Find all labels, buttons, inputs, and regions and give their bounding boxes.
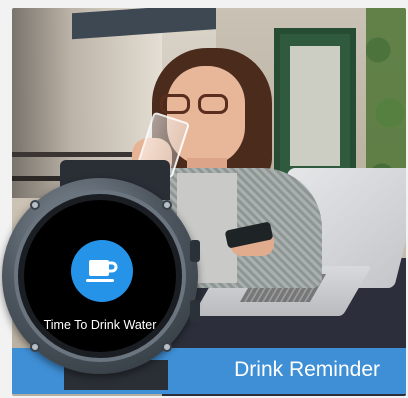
green-door [274, 28, 356, 184]
notification-text: Time To Drink Water [43, 318, 157, 332]
banner-label: Drink Reminder [234, 358, 380, 381]
bezel-screw [162, 342, 172, 352]
bezel-screw [30, 342, 40, 352]
watch-side-button[interactable] [190, 300, 200, 322]
eyeglasses [160, 94, 240, 116]
coffee-cup-icon[interactable] [71, 240, 133, 302]
bezel-screw [30, 200, 40, 210]
bezel-screw [162, 200, 172, 210]
cup-glyph [86, 260, 118, 282]
watch-crown-button[interactable] [190, 240, 200, 262]
